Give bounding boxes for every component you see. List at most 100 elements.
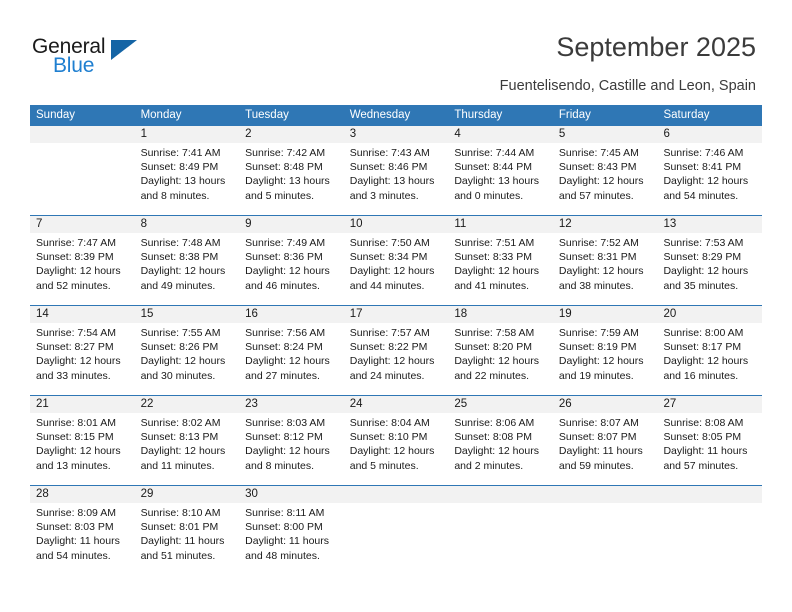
calendar-day-cell[interactable]: 6 Sunrise: 7:46 AM Sunset: 8:41 PM Daylight…: [657, 126, 763, 215]
sunrise-text: Sunrise: 7:43 AM: [349, 147, 430, 159]
daylight-text-line1: Daylight: 12 hours: [36, 445, 121, 458]
sunrise-text: Sunrise: 7:58 AM: [454, 327, 535, 339]
sunset-text: Sunset: 8:10 PM: [349, 431, 428, 444]
sunrise-text: Sunrise: 7:56 AM: [245, 327, 326, 339]
day-number: 18: [448, 306, 553, 323]
calendar-day-cell[interactable]: 13 Sunrise: 7:53 AM Sunset: 8:29 PM Dayligh…: [657, 216, 763, 305]
calendar-weeks: 1 Sunrise: 7:41 AM Sunset: 8:49 PM Daylight…: [30, 126, 763, 575]
sunset-text: Sunset: 8:31 PM: [558, 251, 637, 264]
day-number: 16: [239, 306, 344, 323]
calendar-day-cell[interactable]: 8 Sunrise: 7:48 AM Sunset: 8:38 PM Daylight…: [134, 216, 240, 305]
day-details: Sunrise: 7:45 AM Sunset: 8:43 PM Daylight:…: [553, 143, 658, 203]
daylight-text-line1: Daylight: 12 hours: [454, 265, 539, 278]
calendar-day-cell[interactable]: 24 Sunrise: 8:04 AM Sunset: 8:10 PM Dayligh…: [343, 396, 449, 485]
sunset-text: Sunset: 8:38 PM: [140, 251, 219, 264]
day-details: Sunrise: 8:09 AM Sunset: 8:03 PM Daylight:…: [30, 503, 135, 563]
calendar-day-cell[interactable]: 26 Sunrise: 8:07 AM Sunset: 8:07 PM Dayligh…: [552, 396, 658, 485]
daylight-text-line2: and 52 minutes.: [36, 279, 111, 292]
day-details: Sunrise: 7:53 AM Sunset: 8:29 PM Daylight:…: [657, 233, 762, 293]
sunset-text: Sunset: 8:39 PM: [36, 251, 114, 264]
calendar-day-cell[interactable]: 15 Sunrise: 7:55 AM Sunset: 8:26 PM Dayligh…: [134, 306, 240, 395]
sunset-text: Sunset: 8:03 PM: [36, 521, 114, 534]
daylight-text-line1: Daylight: 13 hours: [140, 175, 226, 188]
day-number: [657, 486, 763, 503]
day-number: 22: [134, 396, 240, 413]
calendar-day-cell[interactable]: 2 Sunrise: 7:42 AM Sunset: 8:48 PM Daylight…: [239, 126, 344, 215]
calendar-week-row: 21 Sunrise: 8:01 AM Sunset: 8:15 PM Dayligh…: [30, 395, 763, 485]
daylight-text-line1: Daylight: 12 hours: [663, 175, 749, 188]
calendar-day-cell[interactable]: 7 Sunrise: 7:47 AM Sunset: 8:39 PM Daylight…: [30, 216, 135, 305]
calendar-day-cell[interactable]: 28 Sunrise: 8:09 AM Sunset: 8:03 PM Dayligh…: [30, 486, 135, 575]
daylight-text-line1: Daylight: 13 hours: [454, 175, 539, 188]
sunrise-text: Sunrise: 8:08 AM: [663, 417, 744, 429]
daylight-text-line2: and 46 minutes.: [245, 279, 320, 292]
calendar-day-cell[interactable]: 4 Sunrise: 7:44 AM Sunset: 8:44 PM Daylight…: [448, 126, 553, 215]
page-title: September 2025: [556, 32, 756, 62]
daylight-text-line2: and 30 minutes.: [140, 369, 216, 382]
calendar-day-cell[interactable]: 5 Sunrise: 7:45 AM Sunset: 8:43 PM Daylight…: [552, 126, 658, 215]
calendar-day-cell[interactable]: 25 Sunrise: 8:06 AM Sunset: 8:08 PM Dayligh…: [448, 396, 553, 485]
calendar-day-cell[interactable]: 23 Sunrise: 8:03 AM Sunset: 8:12 PM Dayligh…: [239, 396, 344, 485]
daylight-text-line2: and 54 minutes.: [663, 189, 739, 202]
calendar-day-cell[interactable]: 1 Sunrise: 7:41 AM Sunset: 8:49 PM Daylight…: [134, 126, 240, 215]
calendar-day-cell[interactable]: 9 Sunrise: 7:49 AM Sunset: 8:36 PM Daylight…: [239, 216, 344, 305]
calendar-day-cell[interactable]: 27 Sunrise: 8:08 AM Sunset: 8:05 PM Dayligh…: [657, 396, 763, 485]
calendar-week-row: 1 Sunrise: 7:41 AM Sunset: 8:49 PM Daylight…: [30, 126, 763, 215]
sunrise-text: Sunrise: 8:11 AM: [245, 507, 325, 519]
calendar-day-cell[interactable]: 30 Sunrise: 8:11 AM Sunset: 8:00 PM Dayligh…: [239, 486, 344, 575]
sunrise-text: Sunrise: 8:10 AM: [140, 507, 221, 519]
daylight-text-line1: Daylight: 12 hours: [663, 265, 749, 278]
calendar-day-cell[interactable]: 18 Sunrise: 7:58 AM Sunset: 8:20 PM Dayligh…: [448, 306, 553, 395]
sunrise-text: Sunrise: 7:41 AM: [140, 147, 221, 159]
calendar-day-cell[interactable]: 11 Sunrise: 7:51 AM Sunset: 8:33 PM Dayligh…: [448, 216, 553, 305]
daylight-text-line2: and 8 minutes.: [245, 459, 315, 472]
sunrise-text: Sunrise: 7:53 AM: [663, 237, 744, 249]
calendar-day-cell[interactable]: 21 Sunrise: 8:01 AM Sunset: 8:15 PM Dayligh…: [30, 396, 135, 485]
calendar-day-cell[interactable]: 17 Sunrise: 7:57 AM Sunset: 8:22 PM Dayligh…: [343, 306, 449, 395]
daylight-text-line1: Daylight: 12 hours: [663, 355, 749, 368]
calendar-day-cell[interactable]: 22 Sunrise: 8:02 AM Sunset: 8:13 PM Dayligh…: [134, 396, 240, 485]
daylight-text-line2: and 0 minutes.: [454, 189, 524, 202]
sunset-text: Sunset: 8:27 PM: [36, 341, 114, 354]
day-number: [552, 486, 658, 503]
calendar-day-cell[interactable]: 12 Sunrise: 7:52 AM Sunset: 8:31 PM Dayligh…: [552, 216, 658, 305]
calendar-day-cell[interactable]: 3 Sunrise: 7:43 AM Sunset: 8:46 PM Daylight…: [343, 126, 449, 215]
calendar-day-cell[interactable]: 29 Sunrise: 8:10 AM Sunset: 8:01 PM Dayligh…: [134, 486, 240, 575]
day-details: Sunrise: 7:52 AM Sunset: 8:31 PM Daylight:…: [553, 233, 658, 293]
calendar-day-cell[interactable]: 16 Sunrise: 7:56 AM Sunset: 8:24 PM Dayligh…: [239, 306, 344, 395]
day-number: 8: [134, 216, 240, 233]
page-header: General Blue September 2025 Fuentelisend…: [0, 0, 792, 100]
calendar-day-cell[interactable]: 20 Sunrise: 8:00 AM Sunset: 8:17 PM Dayligh…: [657, 306, 763, 395]
calendar-day-cell[interactable]: 10 Sunrise: 7:50 AM Sunset: 8:34 PM Dayligh…: [343, 216, 449, 305]
day-details: Sunrise: 7:46 AM Sunset: 8:41 PM Daylight:…: [657, 143, 762, 203]
daylight-text-line1: Daylight: 12 hours: [245, 265, 330, 278]
sunset-text: Sunset: 8:44 PM: [454, 161, 532, 174]
generalblue-logo[interactable]: General Blue: [32, 36, 152, 84]
sunset-text: Sunset: 8:46 PM: [349, 161, 428, 174]
calendar-day-cell-empty: [343, 486, 449, 575]
sunrise-text: Sunrise: 8:00 AM: [663, 327, 744, 339]
daylight-text-line2: and 11 minutes.: [140, 459, 215, 472]
calendar-day-cell[interactable]: 19 Sunrise: 7:59 AM Sunset: 8:19 PM Dayligh…: [552, 306, 658, 395]
daylight-text-line2: and 3 minutes.: [349, 189, 419, 202]
calendar-week-row: 28 Sunrise: 8:09 AM Sunset: 8:03 PM Dayligh…: [30, 485, 763, 575]
sunset-text: Sunset: 8:24 PM: [245, 341, 323, 354]
calendar-day-cell[interactable]: 14 Sunrise: 7:54 AM Sunset: 8:27 PM Dayligh…: [30, 306, 135, 395]
calendar-day-cell-empty: [448, 486, 553, 575]
day-details: Sunrise: 8:00 AM Sunset: 8:17 PM Daylight:…: [657, 323, 762, 383]
day-number: 2: [239, 126, 344, 143]
daylight-text-line2: and 49 minutes.: [140, 279, 216, 292]
daylight-text-line1: Daylight: 12 hours: [36, 265, 121, 278]
sunrise-text: Sunrise: 7:52 AM: [558, 237, 639, 249]
daylight-text-line1: Daylight: 12 hours: [245, 355, 330, 368]
day-details: Sunrise: 8:10 AM Sunset: 8:01 PM Daylight:…: [135, 503, 240, 563]
daylight-text-line1: Daylight: 13 hours: [349, 175, 435, 188]
daylight-text-line2: and 13 minutes.: [36, 459, 111, 472]
daylight-text-line2: and 38 minutes.: [558, 279, 634, 292]
sunrise-text: Sunrise: 8:03 AM: [245, 417, 326, 429]
daylight-text-line2: and 8 minutes.: [140, 189, 210, 202]
sunrise-text: Sunrise: 7:48 AM: [140, 237, 221, 249]
day-details: Sunrise: 8:08 AM Sunset: 8:05 PM Daylight:…: [657, 413, 762, 473]
day-number: [343, 486, 449, 503]
daylight-text-line1: Daylight: 12 hours: [454, 355, 539, 368]
